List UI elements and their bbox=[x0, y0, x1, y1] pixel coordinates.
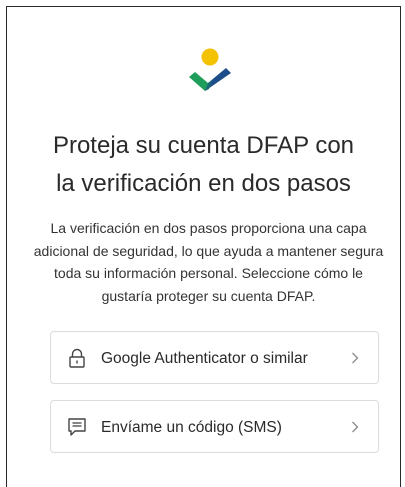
lock-icon bbox=[69, 348, 85, 368]
google-authenticator-label: Google Authenticator o similar bbox=[101, 350, 308, 367]
google-authenticator-option[interactable]: Google Authenticator o similar bbox=[50, 331, 379, 384]
two-step-verification-card: Proteja su cuenta DFAP con la verificaci… bbox=[6, 6, 401, 487]
sms-code-label: Envíame un código (SMS) bbox=[101, 419, 282, 436]
sms-message-icon bbox=[68, 418, 86, 436]
dfap-logo bbox=[189, 48, 231, 91]
chevron-right-icon bbox=[352, 421, 359, 433]
chevron-right-icon bbox=[352, 352, 359, 364]
page-title: Proteja su cuenta DFAP con la verificaci… bbox=[52, 132, 355, 197]
sms-code-option[interactable]: Envíame un código (SMS) bbox=[50, 400, 379, 453]
description-text: La verificación en dos pasos proporciona… bbox=[33, 220, 384, 304]
